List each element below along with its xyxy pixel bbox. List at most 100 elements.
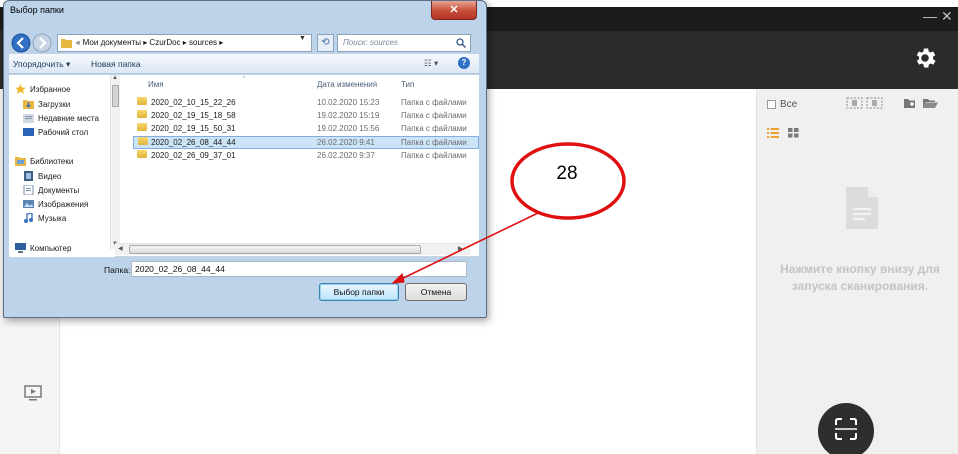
organize-menu[interactable]: Упорядочить ▾	[13, 59, 70, 70]
row-name: 2020_02_10_15_22_26	[151, 98, 236, 107]
folder-icon	[61, 39, 72, 48]
row-type: Папка с файлами	[401, 111, 467, 120]
row-type: Папка с файлами	[401, 138, 467, 147]
grid-view-icon[interactable]	[788, 128, 799, 138]
nav-item-computer[interactable]: Компьютер	[15, 243, 71, 253]
nav-label: Избранное	[30, 84, 71, 94]
row-type: Папка с файлами	[401, 98, 467, 107]
nav-item-recent[interactable]: Недавние места	[23, 113, 99, 123]
horizontal-scrollbar[interactable]: ◀ ▶	[115, 243, 470, 255]
cancel-button[interactable]: Отмена	[405, 283, 467, 301]
folder-label: Папка:	[104, 265, 131, 275]
row-date: 26.02.2020 9:37	[317, 151, 375, 160]
row-name: 2020_02_19_15_18_58	[151, 111, 236, 120]
nav-item-libraries[interactable]: Библиотеки	[15, 156, 73, 166]
address-path: « Мои документы ▸ CzurDoc ▸ sources ▸	[76, 38, 224, 47]
address-bar[interactable]: « Мои документы ▸ CzurDoc ▸ sources ▸	[57, 34, 312, 52]
nav-label: Загрузки	[38, 99, 71, 109]
nav-item-music[interactable]: Музыка	[23, 213, 66, 223]
select-pages-icon[interactable]	[846, 97, 884, 109]
document-icon	[846, 187, 878, 229]
nav-label: Недавние места	[38, 113, 99, 123]
desktop-icon	[23, 128, 34, 136]
column-header-type[interactable]: Тип	[401, 80, 414, 89]
new-folder-button[interactable]: Новая папка	[91, 59, 141, 69]
folder-name-input[interactable]: 2020_02_26_08_44_44	[131, 261, 467, 277]
computer-icon	[15, 243, 26, 253]
view-options-button[interactable]: ☷ ▾	[424, 58, 438, 69]
nav-label: Компьютер	[30, 243, 72, 253]
search-icon	[456, 38, 466, 48]
scroll-right-icon[interactable]: ▶	[458, 245, 463, 252]
minimize-button[interactable]: —	[923, 9, 937, 23]
open-folder-icon[interactable]	[922, 97, 939, 109]
nav-item-downloads[interactable]: Загрузки	[23, 99, 70, 109]
select-all-checkbox[interactable]: Все	[767, 99, 797, 110]
music-icon	[24, 213, 33, 223]
table-row[interactable]: 2020_02_19_15_18_58 19.02.2020 15:19 Пап…	[133, 110, 479, 123]
file-list: Имя ⌃ Дата изменения Тип 2020_02_10_15_2…	[121, 75, 479, 257]
libraries-icon	[15, 157, 26, 166]
play-icon[interactable]	[24, 385, 42, 401]
nav-item-documents[interactable]: Документы	[23, 185, 79, 195]
annotation-number: 28	[556, 163, 578, 184]
nav-label: Рабочий стол	[38, 127, 89, 137]
forward-button[interactable]	[32, 33, 52, 53]
dialog-close-button[interactable]: ✕	[431, 1, 477, 20]
nav-pane-scrollbar[interactable]: ▲ ▼	[110, 75, 120, 249]
scan-button[interactable]	[818, 403, 874, 454]
scroll-left-icon[interactable]: ◀	[118, 245, 123, 252]
search-placeholder: Поиск: sources	[343, 38, 398, 47]
row-type: Папка с файлами	[401, 124, 467, 133]
refresh-button[interactable]: ⟲	[317, 34, 334, 52]
nav-label: Документы	[38, 185, 80, 195]
import-icon[interactable]	[903, 97, 917, 109]
address-dropdown-icon[interactable]: ▼	[299, 35, 306, 42]
help-button[interactable]: ?	[458, 57, 470, 69]
scan-icon	[835, 418, 857, 440]
pictures-icon	[23, 200, 34, 208]
folder-icon	[138, 137, 148, 145]
scrollbar-thumb[interactable]	[112, 85, 119, 107]
row-name: 2020_02_26_08_44_44	[151, 138, 236, 147]
nav-label: Библиотеки	[30, 156, 74, 166]
nav-item-pictures[interactable]: Изображения	[23, 199, 88, 209]
nav-label: Музыка	[38, 213, 67, 223]
folder-icon	[137, 97, 147, 105]
back-button[interactable]	[11, 33, 31, 53]
dialog-toolbar: Упорядочить ▾ Новая папка ☷ ▾ ?	[9, 54, 479, 74]
table-row[interactable]: 2020_02_19_15_50_31 19.02.2020 15:56 Пап…	[133, 123, 479, 136]
scrollbar-thumb[interactable]	[129, 245, 421, 254]
close-app-button[interactable]: ✕	[941, 9, 953, 23]
nav-label: Видео	[38, 171, 62, 181]
scroll-up-icon[interactable]: ▲	[112, 75, 118, 81]
dialog-title: Выбор папки	[10, 5, 64, 15]
search-input[interactable]: Поиск: sources	[337, 34, 471, 52]
downloads-icon	[23, 100, 34, 109]
folder-icon	[137, 110, 147, 118]
row-date: 19.02.2020 15:19	[317, 111, 380, 120]
gear-icon[interactable]	[912, 45, 938, 71]
table-row[interactable]: 2020_02_26_09_37_01 26.02.2020 9:37 Папк…	[133, 150, 479, 163]
recent-places-icon	[23, 114, 34, 123]
sort-arrow-icon: ⌃	[241, 76, 247, 83]
checkbox-box[interactable]	[767, 100, 776, 109]
column-header-name[interactable]: Имя	[148, 80, 164, 89]
table-row-selected[interactable]: 2020_02_26_08_44_44 26.02.2020 9:41 Папк…	[133, 136, 479, 149]
list-view-icon[interactable]	[767, 128, 779, 138]
nav-item-favorites[interactable]: Избранное	[15, 84, 71, 94]
screenshot: — ✕ Все Нажмите кнопку внизу для запуска…	[0, 0, 958, 454]
folder-icon	[137, 123, 147, 131]
documents-icon	[23, 185, 34, 195]
column-header-date[interactable]: Дата изменения	[317, 80, 377, 89]
nav-label: Изображения	[38, 199, 89, 209]
select-folder-button[interactable]: Выбор папки	[319, 283, 399, 301]
nav-item-video[interactable]: Видео	[23, 171, 61, 181]
row-date: 19.02.2020 15:56	[317, 124, 380, 133]
nav-item-desktop[interactable]: Рабочий стол	[23, 127, 88, 137]
row-date: 10.02.2020 15:23	[317, 98, 380, 107]
table-row[interactable]: 2020_02_10_15_22_26 10.02.2020 15:23 Пап…	[133, 97, 479, 110]
select-all-label: Все	[780, 99, 798, 110]
row-type: Папка с файлами	[401, 151, 467, 160]
star-icon	[15, 84, 26, 94]
